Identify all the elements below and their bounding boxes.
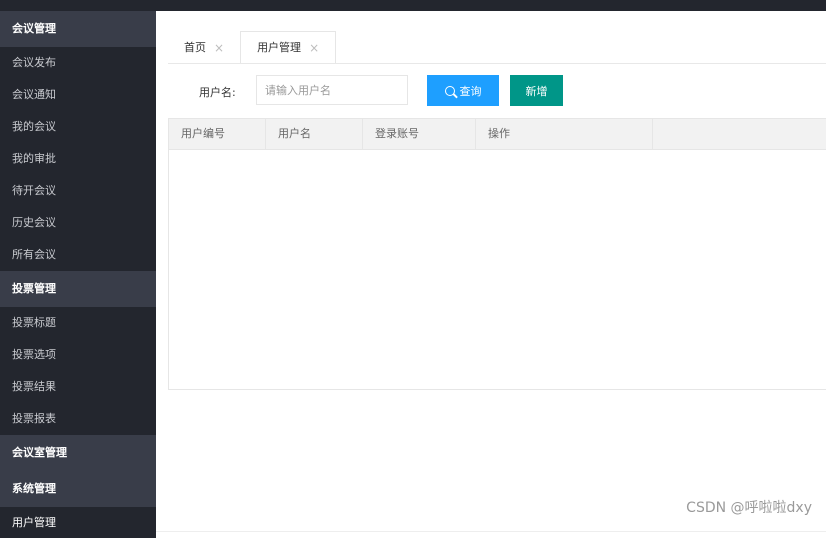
user-table: 用户编号 用户名 登录账号 操作 (168, 118, 826, 390)
sidebar-item-all-meetings[interactable]: 所有会议 (0, 239, 156, 271)
username-search-input[interactable] (256, 75, 408, 105)
column-header-user-id[interactable]: 用户编号 (169, 119, 266, 149)
close-icon[interactable]: × (309, 42, 319, 54)
column-header-filler (653, 119, 826, 149)
search-form: 用户名: 查询 新增 (156, 75, 826, 107)
tab-bar: 首页 × 用户管理 × (168, 31, 337, 64)
tab-user-management-label: 用户管理 (257, 40, 302, 54)
sidebar-item-user-management[interactable]: 用户管理 (0, 507, 156, 538)
tab-home[interactable]: 首页 × (168, 31, 240, 64)
sidebar-item-vote-results[interactable]: 投票结果 (0, 371, 156, 403)
sidebar-item-meeting-notice[interactable]: 会议通知 (0, 79, 156, 111)
sidebar-item-my-approvals[interactable]: 我的审批 (0, 143, 156, 175)
watermark: CSDN @呼啦啦dxy (686, 500, 812, 516)
username-label: 用户名: (199, 86, 236, 99)
sidebar-group-system[interactable]: 系统管理 (0, 471, 156, 507)
sidebar-item-pending-meetings[interactable]: 待开会议 (0, 175, 156, 207)
sidebar-group-meeting[interactable]: 会议管理 (0, 11, 156, 47)
sidebar-group-vote[interactable]: 投票管理 (0, 271, 156, 307)
sidebar-item-vote-title[interactable]: 投票标题 (0, 307, 156, 339)
sidebar-item-my-meetings[interactable]: 我的会议 (0, 111, 156, 143)
column-header-actions: 操作 (476, 119, 653, 149)
tab-divider (168, 63, 826, 64)
close-icon[interactable]: × (214, 42, 224, 54)
table-header: 用户编号 用户名 登录账号 操作 (169, 119, 826, 150)
search-icon (444, 85, 455, 96)
column-header-login-account[interactable]: 登录账号 (363, 119, 476, 149)
query-button[interactable]: 查询 (427, 75, 499, 106)
sidebar-group-meeting-room[interactable]: 会议室管理 (0, 435, 156, 471)
tab-home-label: 首页 (184, 40, 206, 54)
add-button-label: 新增 (525, 84, 548, 98)
column-header-username[interactable]: 用户名 (266, 119, 363, 149)
sidebar-item-vote-options[interactable]: 投票选项 (0, 339, 156, 371)
sidebar-item-history-meetings[interactable]: 历史会议 (0, 207, 156, 239)
tab-user-management[interactable]: 用户管理 × (240, 31, 337, 64)
query-button-label: 查询 (459, 84, 482, 98)
footer-divider (156, 531, 826, 532)
sidebar-item-vote-report[interactable]: 投票报表 (0, 403, 156, 435)
sidebar: 会议管理 会议发布 会议通知 我的会议 我的审批 待开会议 历史会议 所有会议 … (0, 11, 156, 538)
sidebar-item-meeting-publish[interactable]: 会议发布 (0, 47, 156, 79)
main-content: 首页 × 用户管理 × 用户名: 查询 新增 用户编号 用户名 登录账号 操作 (156, 11, 826, 538)
top-bar (0, 0, 826, 11)
add-button[interactable]: 新增 (510, 75, 563, 106)
